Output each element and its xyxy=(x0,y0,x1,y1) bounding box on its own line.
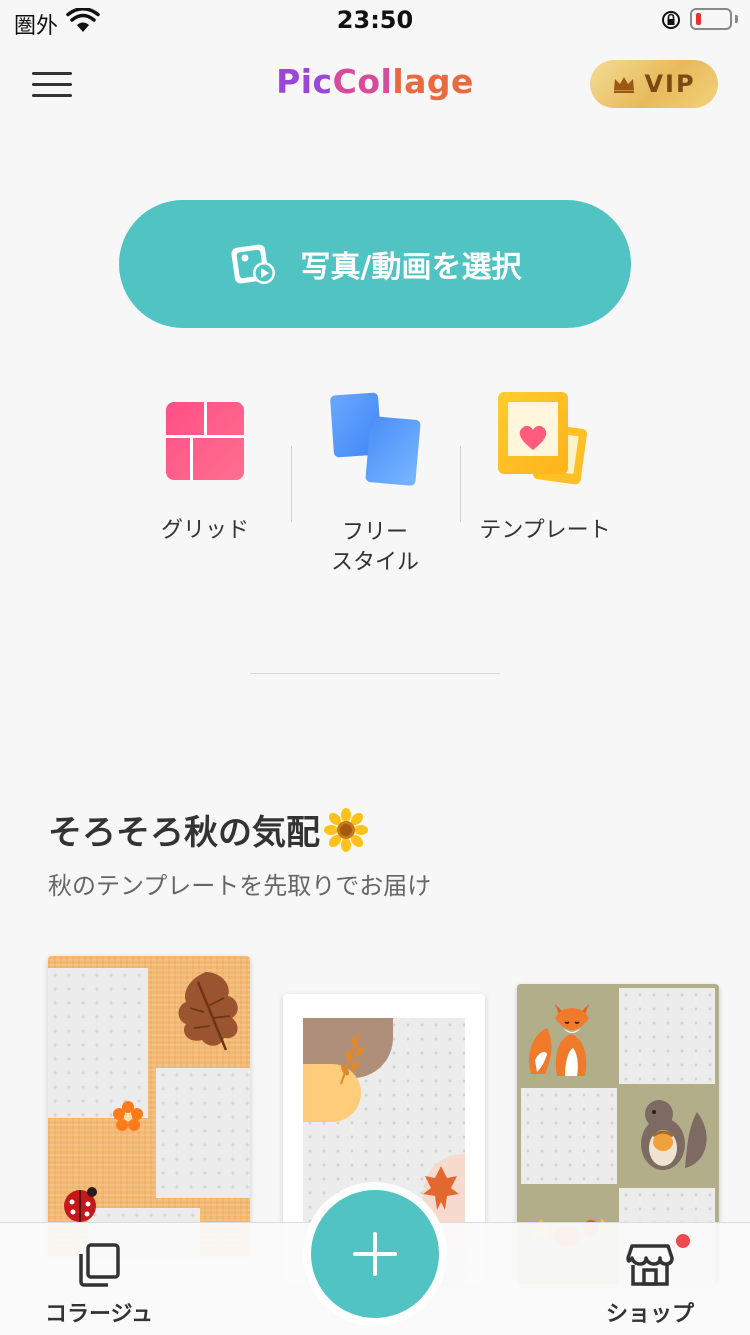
mode-grid-label: グリッド xyxy=(160,518,249,543)
template-card[interactable] xyxy=(48,956,250,1256)
photo-video-icon xyxy=(230,244,275,284)
mode-divider xyxy=(291,446,292,522)
logo-text-lage: lage xyxy=(392,62,474,101)
photo-slot xyxy=(156,1068,250,1198)
mode-freestyle-label-line1: フリー xyxy=(341,520,408,545)
shop-icon xyxy=(626,1244,674,1286)
flower-icon xyxy=(113,1101,143,1131)
notification-dot xyxy=(676,1234,690,1248)
battery-level xyxy=(696,13,701,25)
squirrel-icon xyxy=(641,1100,707,1170)
mode-freestyle-label-line2: スタイル xyxy=(330,550,419,575)
vip-label: VIP xyxy=(644,70,696,98)
photo-slot xyxy=(619,988,715,1084)
mode-freestyle[interactable]: フリー スタイル xyxy=(310,388,440,578)
autumn-leaf-icon xyxy=(423,1166,459,1210)
clock: 23:50 xyxy=(336,6,414,34)
status-bar: 圏外 23:50 xyxy=(0,0,750,44)
tab-collage[interactable]: コラージュ xyxy=(30,1236,170,1328)
select-button-label: 写真/動画を選択 xyxy=(300,250,522,285)
fox-icon xyxy=(528,1004,589,1076)
ladybug-icon xyxy=(64,1187,97,1222)
mode-divider xyxy=(460,446,461,522)
mode-freestyle-label: フリー スタイル xyxy=(310,518,440,578)
template-icon xyxy=(498,392,588,485)
tab-shop[interactable]: ショップ xyxy=(586,1236,716,1328)
rotation-lock-icon xyxy=(662,11,680,29)
vip-button[interactable]: VIP xyxy=(590,60,718,108)
mode-template-label: テンプレート xyxy=(479,518,611,543)
collage-icon xyxy=(79,1243,120,1287)
oak-leaf-icon xyxy=(178,972,238,1051)
tab-shop-label: ショップ xyxy=(605,1302,694,1327)
section-title-text: そろそろ秋の気配 xyxy=(48,813,320,853)
crown-icon xyxy=(614,77,635,93)
photo-slot xyxy=(48,968,148,1118)
section-divider xyxy=(250,673,500,674)
mode-template[interactable]: テンプレート xyxy=(470,388,620,558)
logo-text-col: Col xyxy=(332,62,393,101)
sunflower-icon xyxy=(324,807,368,852)
freestyle-icon xyxy=(330,392,421,486)
mode-grid[interactable]: グリッド xyxy=(140,392,270,562)
tab-collage-label: コラージュ xyxy=(44,1302,154,1327)
photo-slot xyxy=(521,1088,617,1184)
select-photo-video-button[interactable]: 写真/動画を選択 xyxy=(119,200,631,328)
leaf-branch-icon xyxy=(340,1031,364,1085)
battery-tip xyxy=(735,15,738,23)
section-subtitle: 秋のテンプレートを先取りでお届け xyxy=(48,872,432,900)
logo-text-pic: Pic xyxy=(276,62,333,101)
grid-icon xyxy=(166,402,244,480)
section-title: そろそろ秋の気配 xyxy=(48,805,368,854)
plus-icon xyxy=(373,1232,377,1276)
battery-icon xyxy=(690,8,732,30)
